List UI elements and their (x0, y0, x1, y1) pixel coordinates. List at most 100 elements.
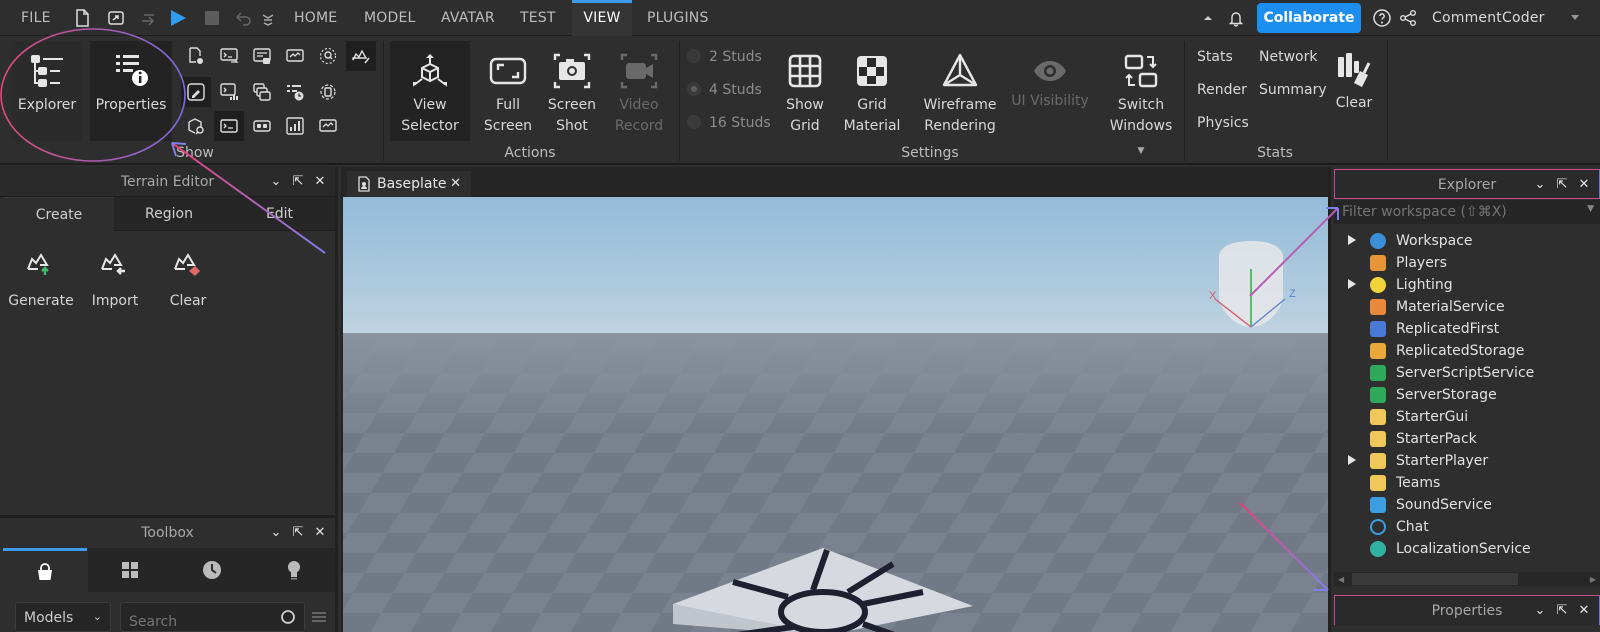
render-link[interactable]: Render (1197, 82, 1247, 98)
view-selector-button[interactable]: View Selector (390, 41, 470, 141)
wireframe-rendering-button[interactable]: Wireframe Rendering (920, 41, 1000, 141)
scrollbar-thumb[interactable] (1352, 573, 1518, 585)
command-bar-button[interactable] (214, 41, 244, 71)
undock-icon[interactable]: ⇱ (291, 526, 305, 540)
terrain-editor-button[interactable] (346, 41, 376, 71)
close-tab-icon[interactable]: ✕ (450, 171, 461, 197)
output-button[interactable] (247, 41, 277, 71)
stats-link[interactable]: Stats (1197, 49, 1233, 65)
grid-material-button[interactable]: Grid Material (840, 41, 904, 141)
physics-link[interactable]: Physics (1197, 115, 1249, 131)
explorer-item-workspace[interactable]: Workspace (1334, 230, 1600, 252)
stop-icon[interactable] (202, 8, 222, 28)
tab-plugins[interactable]: PLUGINS (647, 0, 709, 36)
tab-creations[interactable] (253, 548, 335, 592)
collapse-chevron-icon[interactable]: ⌄ (1533, 178, 1547, 192)
tab-view[interactable]: VIEW (572, 0, 632, 36)
play-icon[interactable] (168, 8, 188, 28)
toolbox-button[interactable] (181, 77, 211, 107)
undo-icon[interactable] (234, 8, 254, 28)
tab-create[interactable]: Create (4, 197, 114, 231)
clear-terrain-button[interactable]: Clear (153, 247, 223, 309)
tab-home[interactable]: HOME (294, 0, 337, 36)
collapse-chevron-icon[interactable]: ⌄ (269, 526, 283, 540)
search-icon[interactable] (280, 609, 298, 627)
quick-access-icon[interactable] (258, 8, 278, 28)
performance-stats-button[interactable] (280, 111, 310, 141)
tab-test[interactable]: TEST (520, 0, 556, 36)
clear-stats-button[interactable]: Clear (1332, 41, 1376, 121)
tab-region[interactable]: Region (114, 197, 224, 231)
explorer-item-startergui[interactable]: StarterGui (1334, 406, 1600, 428)
explorer-filter-input[interactable] (1334, 200, 1574, 224)
document-tab-baseplate[interactable]: Baseplate ✕ (347, 171, 471, 197)
find-results-button[interactable] (313, 41, 343, 71)
category-select[interactable]: Models ⌄ (15, 602, 111, 632)
show-grid-button[interactable]: Show Grid (780, 41, 830, 141)
network-stats-button[interactable] (313, 111, 343, 141)
team-create-button[interactable] (313, 77, 343, 107)
tab-marketplace[interactable] (3, 548, 87, 592)
explorer-item-soundservice[interactable]: SoundService (1334, 494, 1600, 516)
close-icon[interactable]: ✕ (313, 175, 327, 189)
grid-16-studs-radio[interactable]: 16 Studs (687, 115, 771, 131)
switch-windows-button[interactable]: Switch Windows ▼ (1105, 41, 1177, 156)
script-console-button[interactable] (214, 111, 244, 141)
micro-profiler-button[interactable] (214, 77, 244, 107)
collapse-ribbon-icon[interactable] (1198, 8, 1218, 28)
file-menu[interactable]: FILE (21, 0, 51, 36)
help-icon[interactable] (1372, 8, 1392, 28)
explorer-item-replicatedfirst[interactable]: ReplicatedFirst (1334, 318, 1600, 340)
screen-shot-button[interactable]: Screen Shot (542, 41, 602, 141)
collaborate-button[interactable]: Collaborate (1257, 3, 1361, 33)
user-dropdown-icon[interactable] (1568, 10, 1582, 24)
explorer-item-serverscriptservice[interactable]: ServerScriptService (1334, 362, 1600, 384)
explorer-item-lighting[interactable]: Lighting (1334, 274, 1600, 296)
3d-viewport[interactable]: X Z (343, 197, 1328, 632)
object-search-button[interactable] (181, 111, 211, 141)
grid-4-studs-radio[interactable]: 4 Studs (687, 82, 762, 98)
explorer-item-replicatedstorage[interactable]: ReplicatedStorage (1334, 340, 1600, 362)
collapse-chevron-icon[interactable]: ⌄ (269, 175, 283, 189)
network-link[interactable]: Network (1259, 49, 1317, 65)
context-window-button[interactable] (247, 77, 277, 107)
explorer-horizontal-scrollbar[interactable]: ◀ ▶ (1334, 572, 1600, 586)
undock-icon[interactable]: ⇱ (291, 175, 305, 189)
task-scheduler-button[interactable] (280, 77, 310, 107)
import-terrain-button[interactable]: Import (80, 247, 150, 309)
toolbox-search-input[interactable] (121, 603, 271, 631)
tab-edit[interactable]: Edit (224, 197, 335, 231)
expand-arrow-icon[interactable] (1348, 455, 1356, 465)
explorer-toggle-button[interactable]: Explorer (12, 41, 82, 141)
notification-bell-icon[interactable] (1226, 8, 1246, 28)
open-place-icon[interactable] (106, 8, 126, 28)
toolbox-search-field[interactable] (120, 602, 305, 632)
explorer-item-starterpack[interactable]: StarterPack (1334, 428, 1600, 450)
explorer-item-localizationservice[interactable]: LocalizationService (1334, 538, 1600, 560)
summary-link[interactable]: Summary (1259, 82, 1327, 98)
explorer-item-starterplayer[interactable]: StarterPlayer (1334, 450, 1600, 472)
tab-recent[interactable] (170, 548, 254, 592)
scroll-left-icon[interactable]: ◀ (1338, 575, 1344, 584)
redo-icon[interactable] (138, 8, 158, 28)
undock-icon[interactable]: ⇱ (1555, 604, 1569, 618)
script-performance-button[interactable] (280, 41, 310, 71)
close-icon[interactable]: ✕ (1577, 604, 1591, 618)
close-icon[interactable]: ✕ (1577, 178, 1591, 192)
explorer-item-teams[interactable]: Teams (1334, 472, 1600, 494)
scroll-right-icon[interactable]: ▶ (1590, 575, 1596, 584)
explorer-item-serverstorage[interactable]: ServerStorage (1334, 384, 1600, 406)
expand-arrow-icon[interactable] (1348, 279, 1356, 289)
tab-avatar[interactable]: AVATAR (441, 0, 495, 36)
explorer-item-chat[interactable]: Chat (1334, 516, 1600, 538)
tab-model[interactable]: MODEL (364, 0, 416, 36)
tab-inventory[interactable] (88, 548, 172, 592)
properties-toggle-button[interactable]: Properties (90, 41, 172, 141)
full-screen-button[interactable]: Full Screen (478, 41, 538, 141)
new-file-icon[interactable] (72, 8, 92, 28)
explorer-filter-field[interactable]: ▼ (1334, 200, 1600, 224)
close-icon[interactable]: ✕ (313, 526, 327, 540)
asset-manager-button[interactable] (181, 41, 211, 71)
filter-dropdown-icon[interactable]: ▼ (1587, 204, 1594, 214)
share-icon[interactable] (1398, 8, 1418, 28)
